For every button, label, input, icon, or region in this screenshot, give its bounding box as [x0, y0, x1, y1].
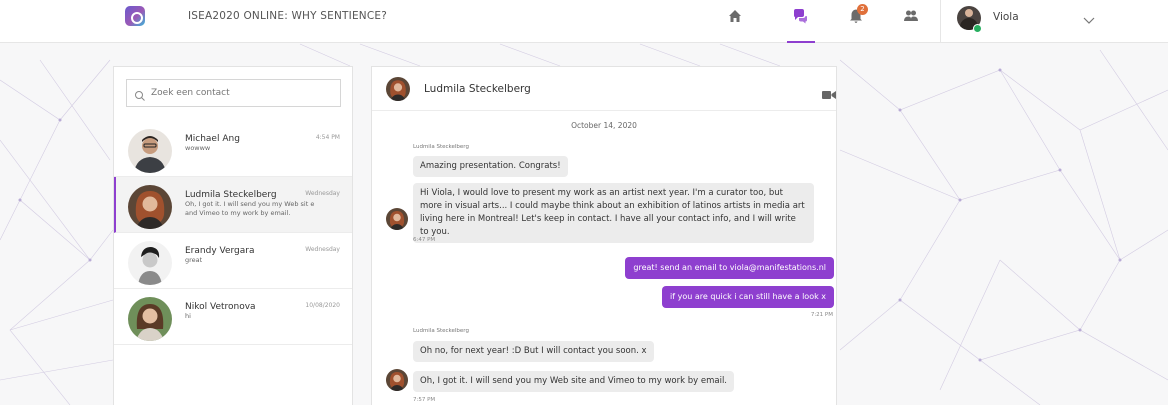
message-bubble-outgoing: if you are quick i can still have a look… — [662, 286, 834, 308]
app-title: ISEA2020 ONLINE: WHY SENTIENCE? — [188, 10, 387, 22]
message-sender: Ludmila Steckelberg — [413, 144, 469, 150]
message-bubble-outgoing: great! send an email to viola@manifestat… — [625, 257, 834, 279]
video-call-icon[interactable] — [822, 85, 836, 99]
message-time: 6:47 PM — [413, 237, 436, 243]
avatar — [128, 241, 172, 285]
contact-name: Ludmila Steckelberg — [185, 190, 277, 200]
contact-preview: wowww — [185, 144, 211, 152]
message-bubble: Hi Viola, I would love to present my wor… — [413, 183, 814, 243]
chat-contact-name: Ludmila Steckelberg — [424, 83, 531, 95]
contact-time: 4:54 PM — [315, 134, 340, 141]
avatar — [128, 185, 172, 229]
contact-preview: hi — [185, 312, 191, 320]
message-bubble: Amazing presentation. Congrats! — [413, 156, 568, 177]
chat-contact-avatar[interactable] — [386, 77, 410, 101]
message-time: 7:57 PM — [413, 397, 436, 403]
chat-panel: Ludmila Steckelberg October 14, 2020 Lud… — [371, 66, 837, 405]
date-separator: October 14, 2020 — [571, 121, 637, 130]
contact-name: Erandy Vergara — [185, 246, 255, 256]
contact-time: Wednesday — [305, 190, 340, 197]
message-bubble: Oh no, for next year! :D But I will cont… — [413, 341, 654, 362]
message-sender: Ludmila Steckelberg — [413, 328, 469, 334]
app-logo[interactable] — [125, 6, 145, 26]
online-status-indicator — [973, 24, 982, 33]
message-bubble: Oh, I got it. I will send you my Web sit… — [413, 371, 735, 392]
contact-item-ludmila-steckelberg[interactable]: Ludmila Steckelberg Oh, I got it. I will… — [114, 177, 352, 233]
message-avatar — [386, 369, 408, 391]
contact-time: 10/08/2020 — [305, 302, 340, 309]
contact-name: Nikol Vetronova — [185, 302, 256, 312]
avatar — [128, 129, 172, 173]
user-name[interactable]: Viola — [993, 11, 1019, 23]
contact-name: Michael Ang — [185, 134, 240, 144]
contact-preview: Oh, I got it. I will send you my Web sit… — [185, 200, 315, 217]
message-avatar — [386, 208, 408, 230]
home-icon[interactable] — [727, 8, 743, 24]
header-divider — [940, 0, 941, 43]
message-time: 7:21 PM — [810, 312, 833, 318]
search-icon — [134, 87, 146, 101]
chat-header: Ludmila Steckelberg — [372, 67, 836, 111]
contact-item-michael-ang[interactable]: Michael Ang wowww 4:54 PM — [114, 121, 352, 177]
contact-time: Wednesday — [305, 246, 340, 253]
notification-badge: 2 — [857, 4, 868, 15]
contact-item-nikol-vetronova[interactable]: Nikol Vetronova hi 10/08/2020 — [114, 289, 352, 345]
active-tab-indicator — [787, 41, 815, 43]
avatar — [128, 297, 172, 341]
people-icon[interactable] — [903, 8, 919, 24]
contact-preview: great — [185, 256, 203, 264]
contact-item-erandy-vergara[interactable]: Erandy Vergara great Wednesday — [114, 233, 352, 289]
top-bar: ISEA2020 ONLINE: WHY SENTIENCE? 2 Viola — [0, 0, 1168, 43]
chat-icon[interactable] — [792, 8, 808, 24]
contact-search-input[interactable] — [126, 79, 341, 107]
chevron-down-icon[interactable] — [1083, 11, 1095, 24]
contacts-panel: Michael Ang wowww 4:54 PM Ludmila Stecke… — [113, 66, 353, 405]
